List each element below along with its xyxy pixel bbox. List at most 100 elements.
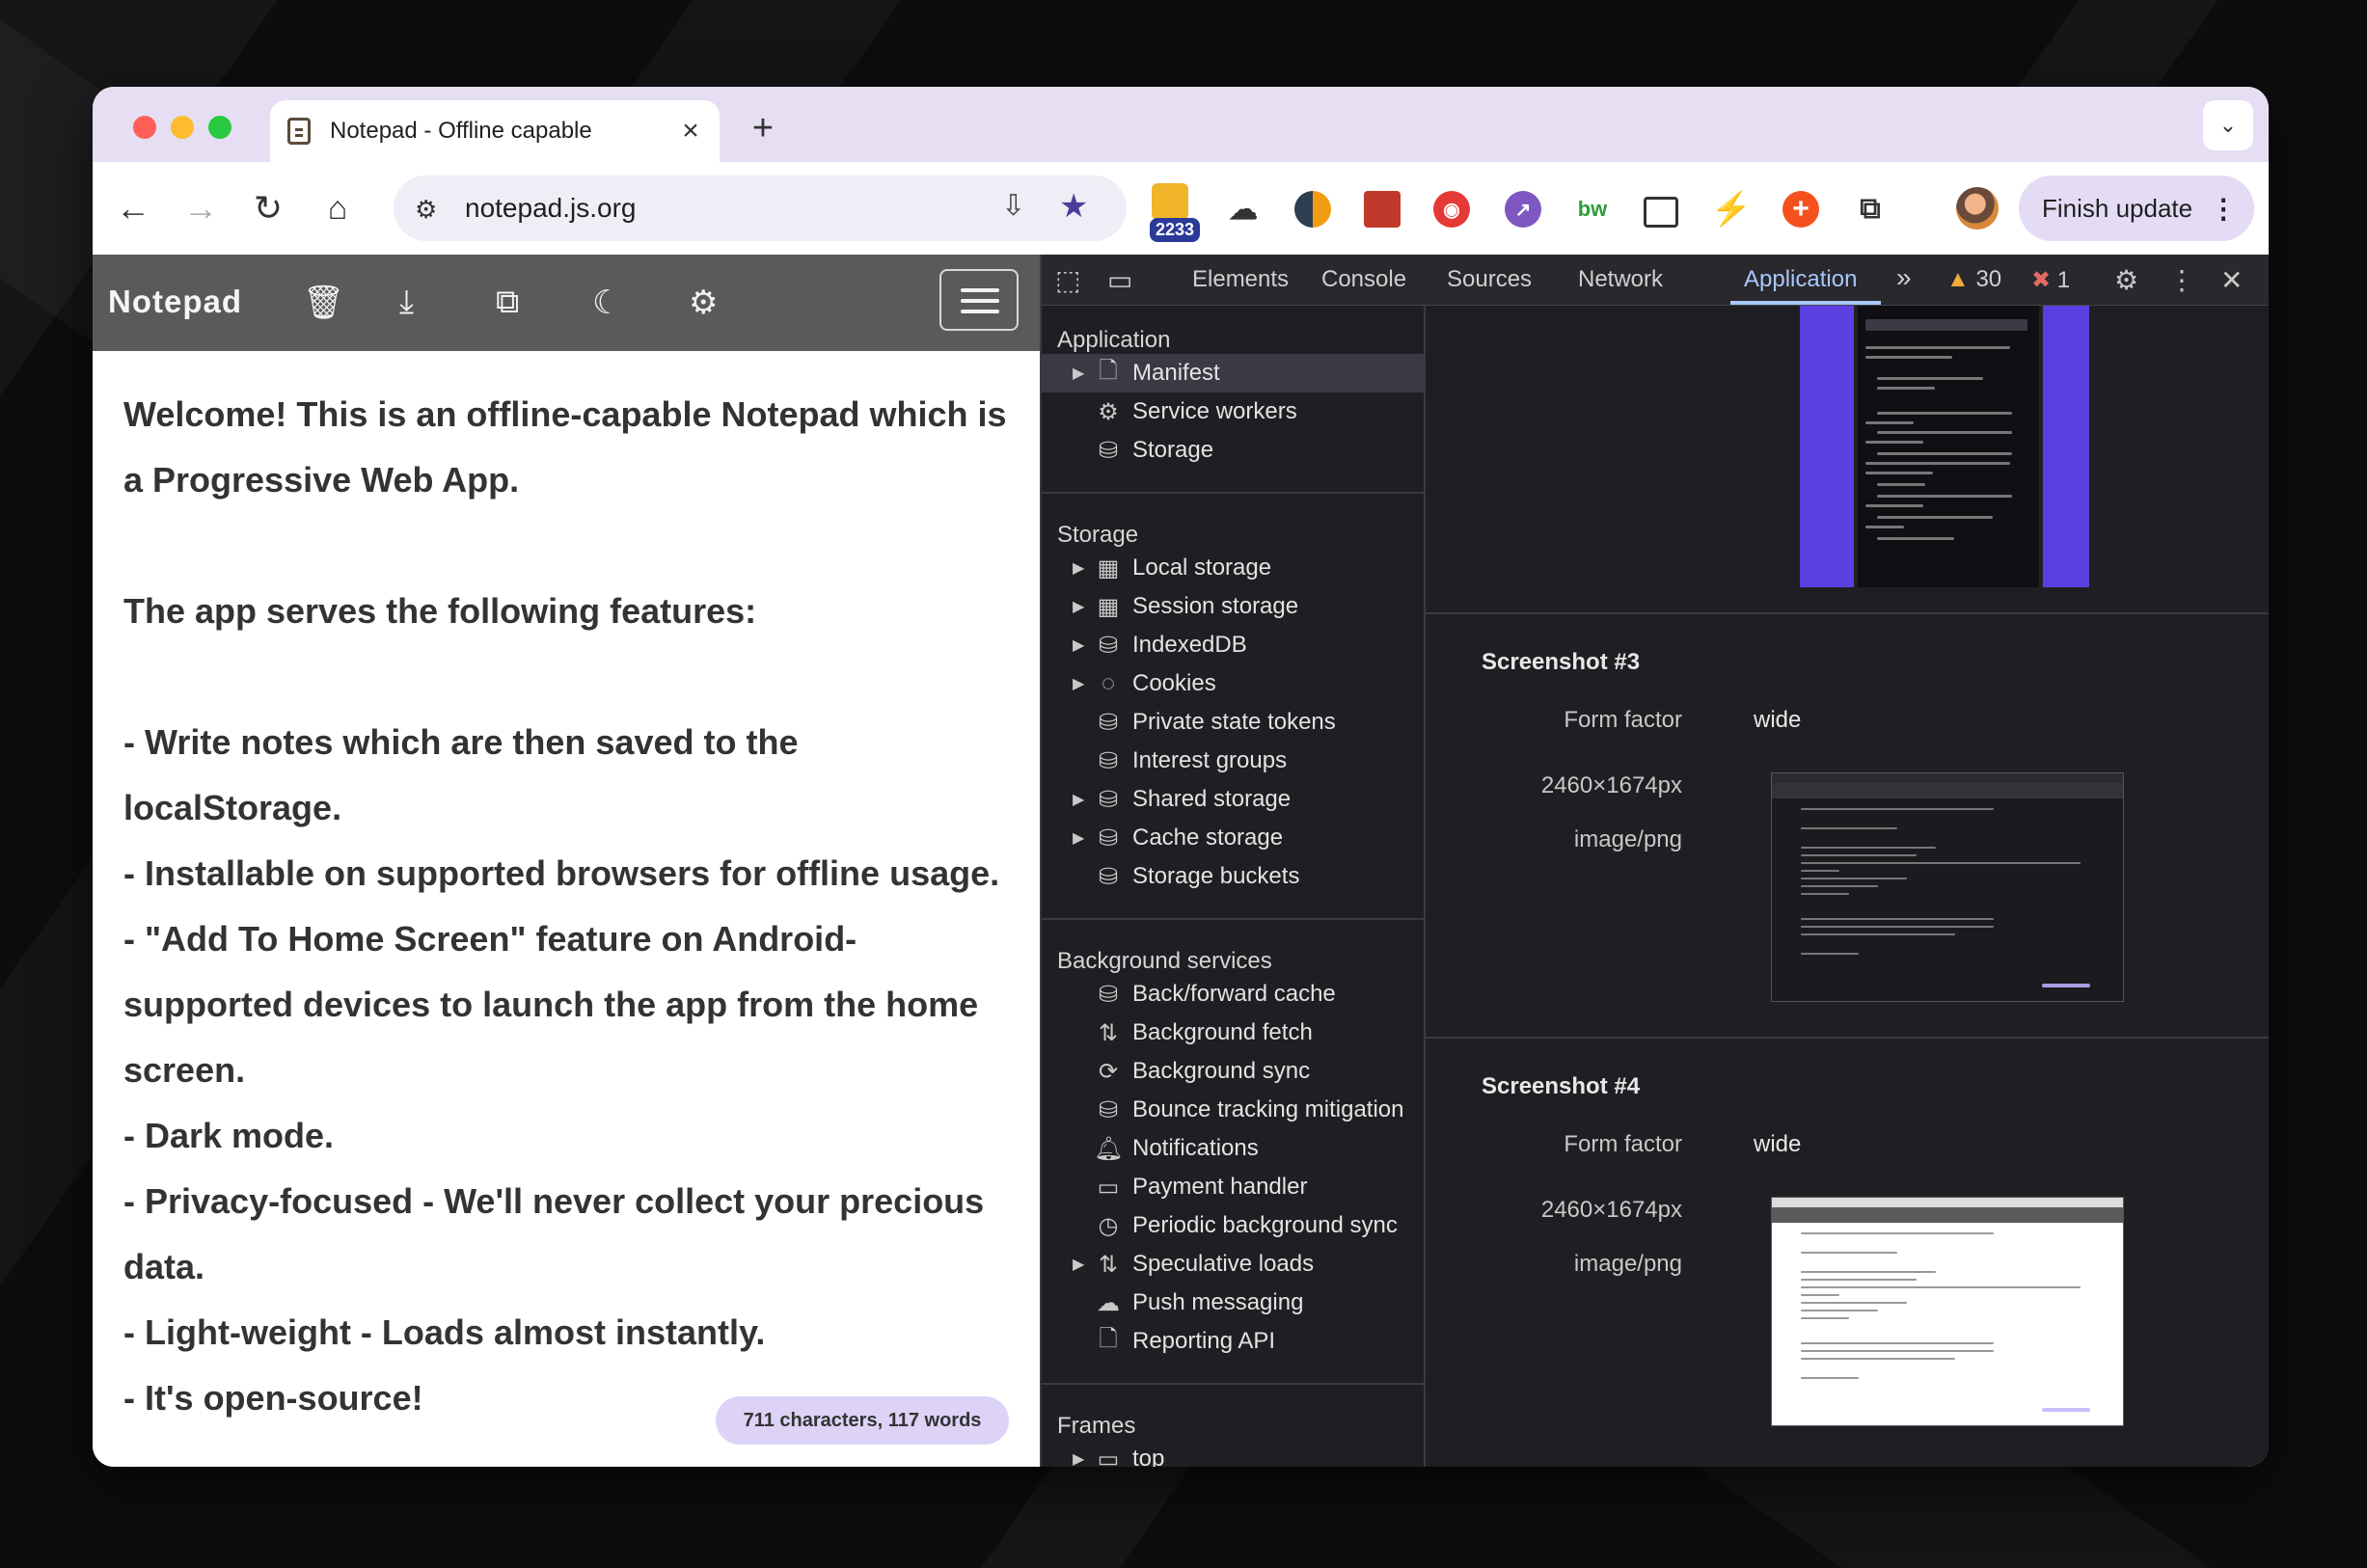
expand-arrow-icon[interactable]: ▶	[1073, 790, 1084, 809]
sidebar-item-background-fetch[interactable]: ⇅ Background fetch	[1042, 1014, 1424, 1052]
expand-arrow-icon[interactable]: ▶	[1073, 828, 1084, 848]
tab-network[interactable]: Network	[1578, 266, 1663, 293]
expand-arrow-icon[interactable]: ▶	[1073, 635, 1084, 655]
file-icon: 🗋	[1099, 1325, 1118, 1352]
tab-elements[interactable]: Elements	[1192, 266, 1289, 293]
sidebar-item-label: Cache storage	[1132, 825, 1284, 851]
warnings-count[interactable]: ▲ 30	[1946, 266, 2001, 293]
tab-console[interactable]: Console	[1321, 266, 1406, 293]
tab-notepad[interactable]: Notepad - Offline capable ×	[270, 100, 720, 162]
back-icon[interactable]: ←	[106, 181, 160, 235]
bookmark-star-icon[interactable]: ★	[1059, 187, 1088, 226]
expand-arrow-icon[interactable]: ▶	[1073, 597, 1084, 616]
sidebar-item-speculative-loads[interactable]: ▶ ⇅ Speculative loads	[1042, 1245, 1424, 1284]
expand-arrow-icon[interactable]: ▶	[1073, 674, 1084, 693]
download-icon[interactable]: ⤓	[399, 284, 414, 321]
extension-purple-icon[interactable]: ↗	[1505, 191, 1541, 228]
up-down-arrows-icon: ⇅	[1098, 1019, 1119, 1046]
manifest-details: Screenshot #3 Form factor wide 2460×1674…	[1426, 306, 2269, 1467]
sidebar-item-private-state-tokens[interactable]: ⛁ Private state tokens	[1042, 703, 1424, 742]
finish-update-button[interactable]: Finish update ⋮	[2019, 176, 2254, 241]
plus-extension-icon[interactable]: +	[1782, 191, 1819, 228]
copy-icon[interactable]: ⧉	[496, 284, 519, 321]
table-icon: ▦	[1097, 593, 1120, 620]
thumbnail-titlebar	[1772, 1198, 2123, 1207]
close-window-button[interactable]	[133, 116, 156, 139]
more-tabs-icon[interactable]: »	[1896, 262, 1912, 293]
tab-sources[interactable]: Sources	[1447, 266, 1532, 293]
sidebar-item-bounce-tracking-mitigation[interactable]: ⛁ Bounce tracking mitigation	[1042, 1091, 1424, 1129]
book-extension-icon[interactable]	[1364, 191, 1401, 228]
sidebar-item-push-messaging[interactable]: ☁ Push messaging	[1042, 1284, 1424, 1322]
more-vertical-icon[interactable]: ⋮	[2168, 264, 2195, 296]
minimize-window-button[interactable]	[171, 116, 194, 139]
lightning-extension-icon[interactable]: ⚡	[1711, 191, 1752, 228]
tab-application[interactable]: Application	[1744, 266, 1857, 293]
new-tab-button[interactable]: +	[739, 104, 787, 152]
sidebar-item-reporting-api[interactable]: 🗋 Reporting API	[1042, 1322, 1424, 1361]
site-settings-icon[interactable]: ⚙	[415, 195, 437, 225]
expand-arrow-icon[interactable]: ▶	[1073, 1255, 1084, 1274]
close-devtools-icon[interactable]: ✕	[2220, 264, 2243, 296]
picture-in-picture-icon[interactable]	[1644, 197, 1678, 228]
sidebar-item-label: Service workers	[1132, 398, 1297, 424]
notepad-app: Notepad 🗑 ⤓ ⧉ ☾ ⚙ Welcome! This is an of…	[93, 255, 1040, 1467]
sidebar-item-indexeddb[interactable]: ▶ ⛁ IndexedDB	[1042, 626, 1424, 664]
sidebar-item-background-sync[interactable]: ⟳ Background sync	[1042, 1052, 1424, 1091]
sidebar-item-back-forward-cache[interactable]: ⛁ Back/forward cache	[1042, 975, 1424, 1014]
sidebar-item-shared-storage[interactable]: ▶ ⛁ Shared storage	[1042, 780, 1424, 819]
extension-red-icon[interactable]: ◉	[1433, 191, 1470, 228]
extensions-puzzle-icon[interactable]: ⧉	[1852, 191, 1889, 228]
forward-icon[interactable]: →	[174, 181, 228, 235]
trash-icon[interactable]: 🗑	[303, 284, 344, 322]
errors-value: 1	[2056, 267, 2071, 293]
thumbnail-app-header	[1772, 783, 2123, 798]
settings-gear-icon[interactable]: ⚙	[2114, 264, 2138, 296]
sync-icon: ⟳	[1098, 1058, 1119, 1085]
sidebar-item-label: Session storage	[1132, 593, 1299, 619]
sidebar-item-cache-storage[interactable]: ▶ ⛁ Cache storage	[1042, 819, 1424, 857]
extension-sun-icon[interactable]	[1152, 183, 1188, 220]
close-icon[interactable]: ×	[673, 114, 708, 149]
install-app-icon[interactable]: ⇩	[1001, 189, 1025, 223]
expand-arrow-icon[interactable]: ▶	[1073, 558, 1084, 578]
sidebar-item-storage-buckets[interactable]: ⛁ Storage buckets	[1042, 857, 1424, 896]
device-toolbar-icon[interactable]: ▭	[1107, 264, 1132, 296]
hamburger-menu-button[interactable]	[939, 269, 1019, 331]
app-brand[interactable]: Notepad	[108, 284, 242, 320]
sidebar-item-payment-handler[interactable]: ▭ Payment handler	[1042, 1168, 1424, 1206]
extension-half-circle-icon[interactable]	[1294, 191, 1331, 228]
cloud-extension-icon[interactable]: ☁	[1225, 191, 1262, 228]
divider	[1426, 612, 2269, 614]
note-textarea[interactable]: Welcome! This is an offline-capable Note…	[123, 382, 1011, 1431]
moon-icon[interactable]: ☾	[592, 284, 621, 322]
sidebar-item-session-storage[interactable]: ▶ ▦ Session storage	[1042, 587, 1424, 626]
sidebar-item-cookies[interactable]: ▶ ◌ Cookies	[1042, 664, 1424, 703]
profile-avatar[interactable]	[1956, 187, 1999, 230]
expand-arrow-icon[interactable]: ▶	[1073, 1449, 1084, 1467]
gear-icon[interactable]: ⚙	[689, 284, 718, 322]
expand-arrow-icon[interactable]: ▶	[1073, 364, 1084, 383]
errors-count[interactable]: ✖ 1	[2031, 266, 2070, 294]
chevron-down-icon[interactable]: ⌄	[2203, 100, 2253, 150]
sidebar-item-service-workers[interactable]: ⚙ Service workers	[1042, 392, 1424, 431]
reload-icon[interactable]: ↻	[241, 181, 295, 235]
sidebar-item-local-storage[interactable]: ▶ ▦ Local storage	[1042, 549, 1424, 587]
sidebar-item-manifest[interactable]: ▶ 🗋 Manifest	[1042, 354, 1424, 392]
browser-window: Notepad - Offline capable × + ⌄ ← → ↻ ⌂ …	[93, 87, 2269, 1467]
url-text[interactable]: notepad.js.org	[465, 193, 636, 224]
sidebar-item-top-frame[interactable]: ▶ ▭ top	[1042, 1440, 1424, 1467]
home-icon[interactable]: ⌂	[311, 181, 365, 235]
database-icon: ⛁	[1098, 747, 1119, 774]
more-vertical-icon[interactable]: ⋮	[2210, 193, 2237, 225]
maximize-window-button[interactable]	[208, 116, 231, 139]
bw-extension-icon[interactable]: bw	[1574, 191, 1611, 228]
sidebar-item-label: Back/forward cache	[1132, 981, 1336, 1007]
sidebar-item-periodic-background-sync[interactable]: ◷ Periodic background sync	[1042, 1206, 1424, 1245]
up-down-arrows-icon: ⇅	[1098, 1251, 1119, 1278]
sidebar-item-interest-groups[interactable]: ⛁ Interest groups	[1042, 742, 1424, 780]
sidebar-item-storage[interactable]: ⛁ Storage	[1042, 431, 1424, 470]
address-bar[interactable]: ⚙ notepad.js.org ⇩ ★	[394, 176, 1127, 241]
sidebar-item-notifications[interactable]: 🔔︎ Notifications	[1042, 1129, 1424, 1168]
inspect-element-icon[interactable]: ⬚	[1055, 264, 1080, 296]
